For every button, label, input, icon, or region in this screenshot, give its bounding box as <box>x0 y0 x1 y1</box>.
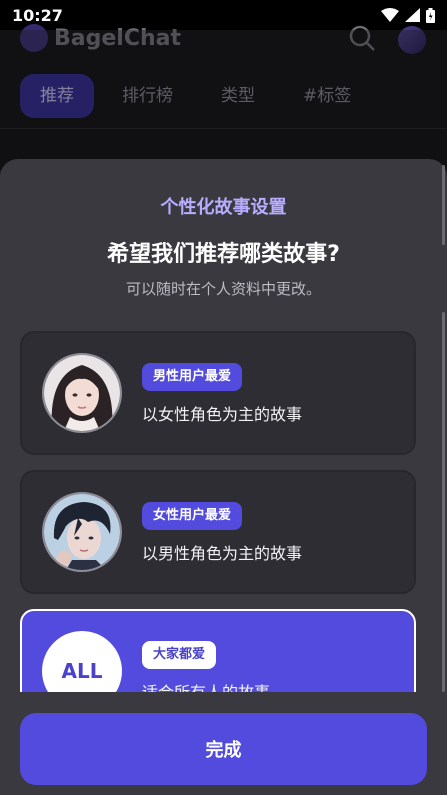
signal-icon <box>405 8 420 22</box>
dim-overlay[interactable] <box>0 30 447 170</box>
option-male-characters[interactable]: 女性用户最爱 以男性角色为主的故事 <box>20 470 416 594</box>
male-character-avatar <box>42 492 122 572</box>
done-button[interactable]: 完成 <box>20 713 427 785</box>
option-badge: 男性用户最爱 <box>142 363 243 391</box>
sheet-scrollbar[interactable] <box>442 312 445 692</box>
sheet-description: 可以随时在个人资料中更改。 <box>125 280 321 298</box>
sheet-title: 希望我们推荐哪类故事? <box>107 242 340 267</box>
option-female-characters[interactable]: 男性用户最爱 以女性角色为主的故事 <box>20 331 416 455</box>
status-icons <box>381 7 435 23</box>
option-badge: 女性用户最爱 <box>142 502 243 530</box>
status-time: 10:27 <box>12 5 63 25</box>
female-character-avatar <box>42 353 122 433</box>
wifi-icon <box>381 8 399 22</box>
sheet-subtitle: 个性化故事设置 <box>160 197 287 218</box>
option-badge: 大家都爱 <box>142 641 217 669</box>
battery-icon <box>426 7 435 23</box>
option-label: 以男性角色为主的故事 <box>142 544 303 563</box>
option-label: 以女性角色为主的故事 <box>142 405 303 424</box>
